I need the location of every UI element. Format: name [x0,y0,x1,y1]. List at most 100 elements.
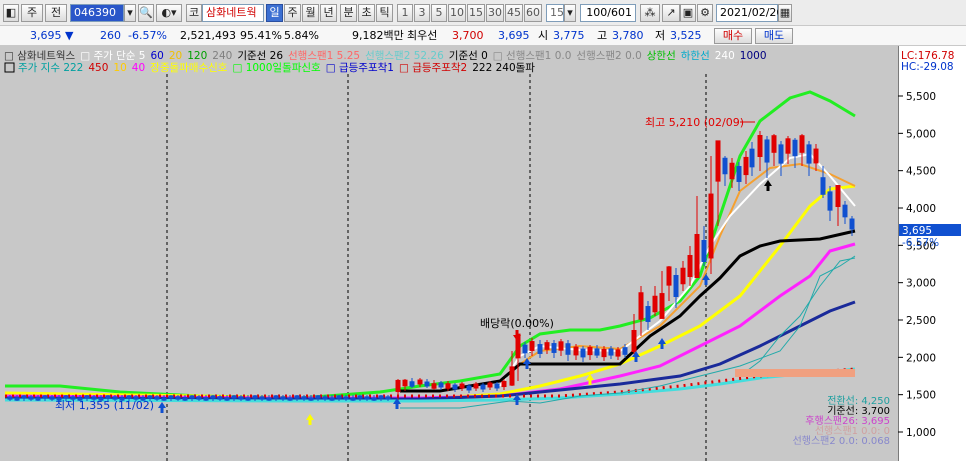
open-price: 3,775 [553,29,585,42]
buy-button[interactable]: 매수 [714,28,752,44]
interval-1[interactable]: 1 [397,4,413,22]
signal-arrow-icon [306,414,314,425]
legend-entry: 40 [132,62,145,74]
candle-body [431,383,437,389]
tools-icon[interactable]: ↗ [662,4,680,22]
candle-body [224,397,230,401]
candle-body [203,397,209,401]
legend-entry: 선행스팬2 52.26 [365,50,444,62]
tab-minute[interactable]: 분 [340,4,357,22]
dividend-annotation: 배당락(0.00%) [480,317,554,330]
candle-body [364,396,370,400]
price-chart[interactable]: 최고 5,210 (02/09) 최저 1,355 (11/02) 배당락(0.… [0,46,966,461]
count-input[interactable]: 100/601 [580,4,636,22]
interval-10[interactable]: 10 [448,4,466,22]
candle-body [371,397,377,401]
tab-tick[interactable]: 틱 [376,4,393,22]
chevron-down-icon[interactable]: ▾ [564,4,576,22]
turnover: 5.84% [284,29,319,42]
interval-45[interactable]: 45 [505,4,523,22]
save-icon[interactable]: ▣ [680,4,696,22]
candle-body [480,384,486,390]
candle-body [799,135,805,153]
candle-body [587,346,593,356]
settings-icon[interactable]: ⁂ [640,4,660,22]
candle-body [217,396,223,400]
period-dropdown[interactable]: 주 [21,4,43,22]
candle-body [551,343,557,353]
tab-week[interactable]: 주 [284,4,301,22]
candle-body [49,396,55,400]
candle-body [287,397,293,401]
candle-body [792,139,798,157]
candle-body [487,382,493,388]
high-price: 3,780 [612,29,644,42]
stock-name-field: 삼화네트웍 [202,4,264,22]
candle-body [743,156,749,176]
interval-custom-input[interactable]: 15 [546,4,564,22]
signal-arrow-icon [158,402,166,413]
candle-body [445,383,451,389]
high-annotation: 최고 5,210 (02/09) [645,116,744,129]
candle-body [659,293,665,319]
gear-icon[interactable]: ⚙ [697,4,713,22]
y-tick-label: 4,000 [906,203,936,215]
candle-body [238,396,244,400]
candle-body [231,395,237,399]
tab-day[interactable]: 일 [266,4,283,22]
tab-year[interactable]: 년 [320,4,337,22]
interval-5[interactable]: 5 [431,4,447,22]
interval-3[interactable]: 3 [414,4,430,22]
legend-entry: 240 [715,50,735,62]
candle-body [280,396,286,400]
legend-entry: 상한선 [647,50,676,62]
tab-second[interactable]: 초 [358,4,375,22]
calendar-icon[interactable]: ▦ [778,4,792,22]
high-label: 고 [597,29,608,42]
candle-body [336,395,342,399]
sell-button[interactable]: 매도 [755,28,793,44]
hc-value: HC:-29.08 [901,61,954,73]
ma-green-line [5,90,856,400]
legend-toggle-icon[interactable] [4,62,15,73]
candle-body [666,266,672,286]
volume-ratio: 95.41% [240,29,282,42]
candle-body [687,255,693,277]
interval-60[interactable]: 60 [524,4,542,22]
candle-body [409,381,415,387]
candle-body [459,383,465,389]
candle-body [14,397,20,401]
indicator-value-label: 선행스팬2 0.0: 0.068 [793,435,890,447]
interval-15[interactable]: 15 [467,4,485,22]
stock-code-input[interactable]: 046390 [70,4,124,22]
candle-body [473,383,479,389]
legend-entry: 선행스팬2 0.0 [576,50,641,62]
legend-entry: 장중돌파매수신호 [150,62,228,74]
open-label: 시 [538,29,549,42]
sound-icon[interactable]: ◐▾ [156,4,182,22]
candle-body [385,396,391,400]
legend-line-1: □ 삼화네트웍스 □ 주가 단순 5 60 20 120 240 기준선 26 선행스팬1 5… [4,49,767,62]
candle-body [537,344,543,354]
legend-entry: 450 [88,62,108,74]
candle-body [259,396,265,400]
chevron-down-icon[interactable]: ▾ [124,4,136,22]
search-icon[interactable]: 🔍 [138,4,154,22]
candle-body [245,397,251,401]
candle-body [842,204,848,218]
candle-body [622,347,628,355]
tab-month[interactable]: 월 [302,4,319,22]
candle-body [168,395,174,399]
legend-entry: □ 급등주포착1 [326,62,394,74]
interval-30[interactable]: 30 [486,4,504,22]
candle-body [42,395,48,399]
candle-body [35,397,41,401]
window-menu-icon[interactable]: ◧ [3,4,19,22]
candle-body [701,240,707,262]
legend-entry: 1000 [740,50,767,62]
candle-body [494,383,500,389]
date-input[interactable]: 2021/02/26 [716,4,783,22]
all-dropdown[interactable]: 전 [45,4,67,22]
candle-body [820,177,826,195]
market-label[interactable]: 코 [186,4,202,22]
